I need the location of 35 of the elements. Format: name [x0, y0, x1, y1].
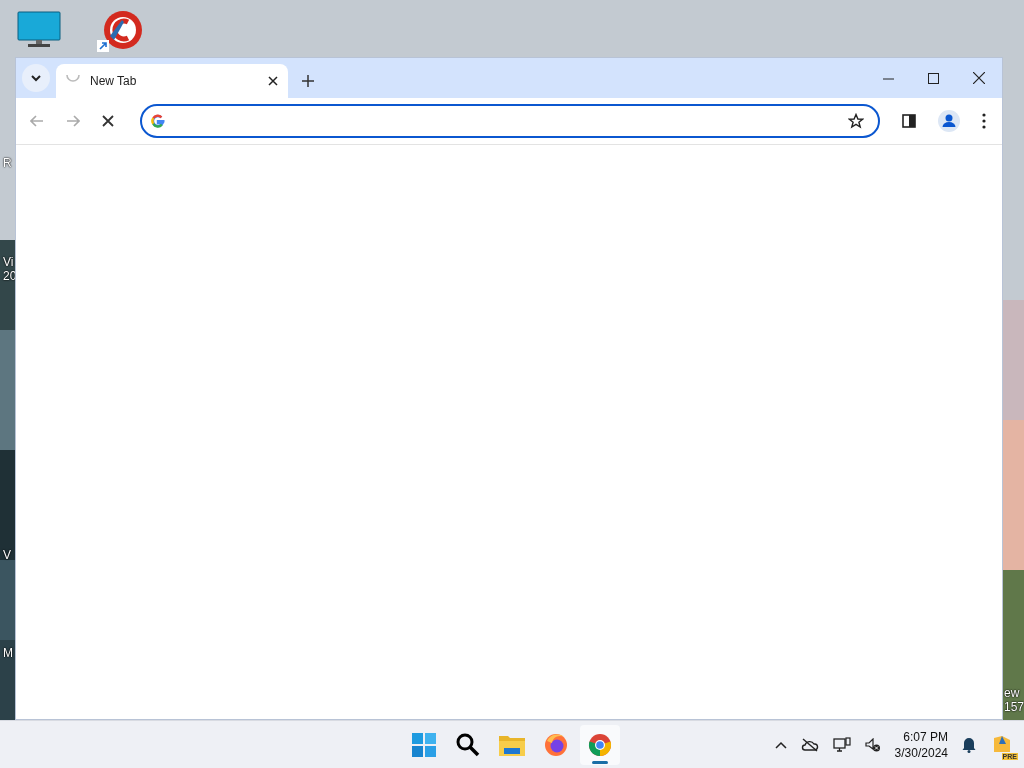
tab-title: New Tab — [90, 74, 138, 88]
network-icon[interactable] — [832, 736, 851, 753]
menu-icon[interactable] — [982, 113, 986, 129]
new-tab-icon[interactable] — [302, 75, 314, 87]
tab-search-button[interactable] — [22, 64, 50, 92]
search-icon — [456, 732, 480, 757]
star-icon[interactable] — [848, 113, 864, 129]
windows-logo-icon — [412, 732, 436, 757]
profile-icon[interactable] — [938, 110, 960, 132]
chevron-down-icon — [30, 74, 42, 82]
address-bar[interactable] — [140, 104, 880, 138]
close-icon[interactable] — [973, 72, 985, 84]
clock-time: 6:07 PM — [903, 728, 948, 745]
close-icon[interactable] — [268, 76, 278, 86]
clock[interactable]: 6:07 PM 3/30/2024 — [894, 728, 948, 761]
browser-tab[interactable]: New Tab — [56, 64, 288, 98]
chrome-browser-icon — [588, 732, 612, 757]
bell-icon[interactable] — [962, 736, 976, 753]
clock-date: 3/30/2024 — [894, 744, 948, 761]
fox-browser-icon — [544, 732, 568, 757]
google-logo-icon — [150, 113, 166, 129]
desktop-icon-label: M — [3, 646, 13, 660]
speaker-muted-icon[interactable] — [864, 737, 881, 752]
monitor-icon[interactable] — [16, 10, 62, 50]
cloud-offline-icon[interactable] — [800, 737, 819, 752]
desktop-icon-label: 157 — [1004, 700, 1024, 714]
desktop-icon-label: Vi — [3, 255, 14, 269]
folder-icon — [499, 733, 525, 756]
desktop-icon-label: R — [3, 156, 12, 170]
side-panel-icon[interactable] — [902, 114, 916, 128]
stop-icon[interactable] — [102, 115, 114, 127]
desktop-icon-label: V — [3, 548, 11, 562]
chevron-up-icon[interactable] — [774, 740, 787, 749]
maximize-icon[interactable] — [928, 73, 939, 84]
desktop-icon-label: ew — [1004, 686, 1020, 700]
